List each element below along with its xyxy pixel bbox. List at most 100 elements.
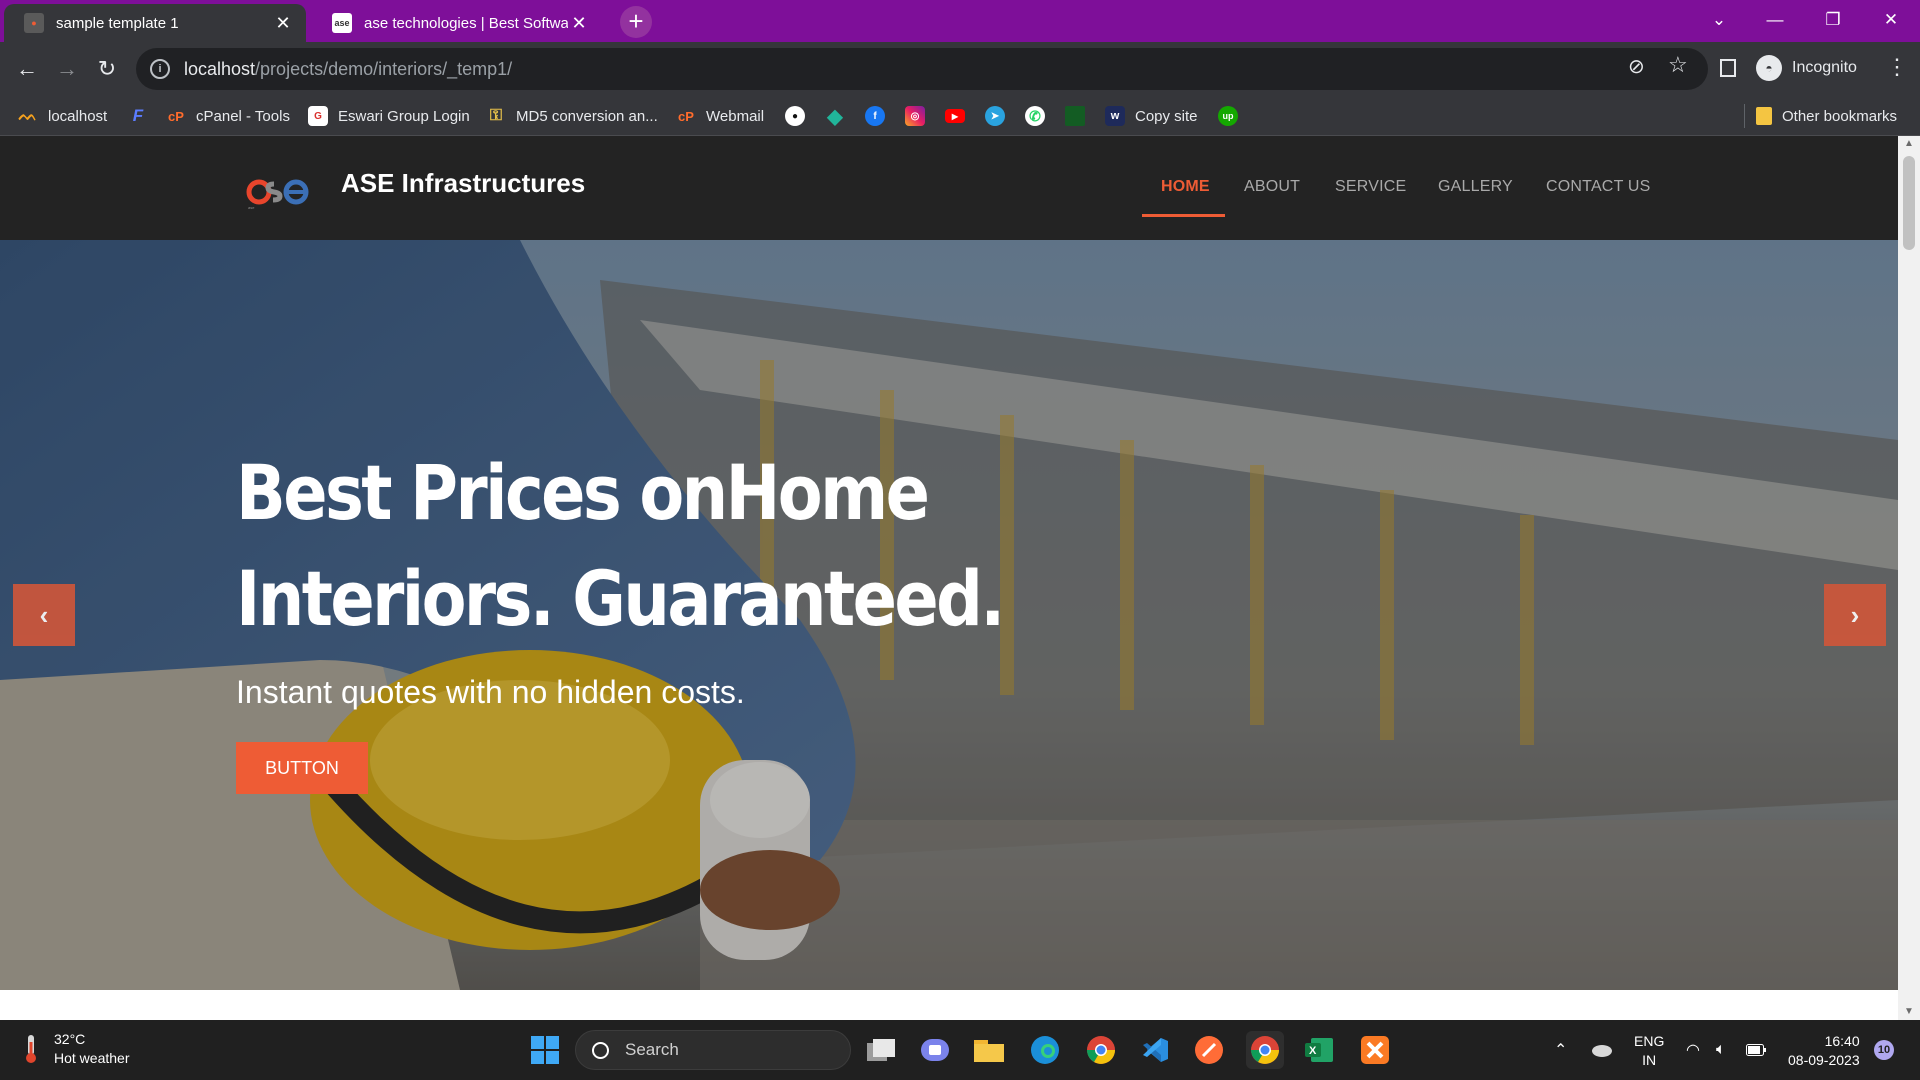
tab-ase-technologies[interactable]: ase ase technologies | Best Software ✕ [312, 4, 602, 42]
sheet-icon [1065, 106, 1085, 126]
bookmark-star-icon[interactable]: ☆ [1668, 52, 1688, 78]
active-menu-underline [1142, 214, 1225, 217]
bookmarks-bar: ᨓ localhost F cP cPanel - Tools G Eswari… [0, 96, 1920, 136]
nav-contact-us[interactable]: CONTACT US [1546, 178, 1651, 196]
ase-logo[interactable]: ase [246, 170, 314, 210]
bookmark-github[interactable]: ● [785, 105, 805, 127]
site-info-icon[interactable]: i [150, 59, 170, 79]
tab-title: sample template 1 [56, 14, 179, 32]
restore-button[interactable]: ❐ [1810, 0, 1856, 40]
page-viewport: ase ASE Infrastructures HOME ABOUT SERVI… [0, 136, 1898, 1020]
bookmark-cpanel-tools[interactable]: cP cPanel - Tools [166, 105, 290, 127]
task-view-icon[interactable] [862, 1031, 900, 1069]
notification-badge[interactable]: 10 [1874, 1040, 1894, 1060]
tab-strip: ● sample template 1 ✕ ase ase technologi… [0, 0, 1920, 42]
taskbar-search[interactable]: Search [575, 1030, 851, 1070]
teams-chat-icon[interactable] [916, 1031, 954, 1069]
bookmark-eswari-group[interactable]: G Eswari Group Login [308, 105, 470, 127]
bookmark-f[interactable]: F [128, 105, 148, 127]
menu-kebab-icon[interactable]: ⋮ [1886, 54, 1908, 80]
bookmark-instagram[interactable]: ◎ [905, 105, 925, 127]
chevron-right-icon: › [1850, 599, 1860, 630]
bookmark-telegram[interactable]: ➤ [985, 105, 1005, 127]
key-icon: ⚿ [489, 107, 503, 124]
edge-browser-icon[interactable] [1026, 1031, 1064, 1069]
bookmarks-separator [1744, 104, 1745, 128]
cpanel-icon: cP [678, 108, 694, 124]
weather-widget[interactable]: 32°C Hot weather [24, 1030, 129, 1068]
xampp-icon[interactable] [1356, 1031, 1394, 1069]
side-panel-icon[interactable] [1720, 59, 1736, 77]
nav-home[interactable]: HOME [1161, 178, 1210, 196]
incognito-indicator[interactable]: ◓ Incognito [1756, 50, 1857, 86]
ase-favicon-icon: ase [332, 13, 352, 33]
excel-icon[interactable]: X [1300, 1031, 1338, 1069]
reload-button[interactable]: ↻ [92, 54, 122, 84]
carousel-next-button[interactable]: › [1824, 584, 1886, 646]
scroll-up-icon[interactable]: ▲ [1898, 136, 1920, 152]
battery-icon[interactable] [1746, 1020, 1766, 1080]
youtube-icon: ▶ [945, 109, 965, 123]
bookmark-upwork[interactable]: up [1218, 105, 1238, 127]
carousel-prev-button[interactable]: ‹ [13, 584, 75, 646]
brand-name[interactable]: ASE Infrastructures [341, 168, 585, 199]
window-close-button[interactable]: ✕ [1868, 0, 1914, 40]
bookmark-sheet[interactable] [1065, 105, 1085, 127]
g-icon: G [308, 106, 328, 126]
postman-icon[interactable] [1190, 1031, 1228, 1069]
bookmark-facebook[interactable]: f [865, 105, 885, 127]
other-bookmarks[interactable]: Other bookmarks [1756, 105, 1897, 127]
bookmark-webmail[interactable]: cP Webmail [676, 105, 764, 127]
forward-button[interactable]: → [52, 54, 82, 84]
search-icon [592, 1041, 609, 1059]
back-button[interactable]: ← [12, 54, 42, 84]
chevron-up-icon[interactable]: ⌃ [1554, 1020, 1567, 1080]
tab-sample-template[interactable]: ● sample template 1 ✕ [4, 4, 306, 42]
onedrive-icon[interactable] [1590, 1020, 1612, 1080]
weather-temp: 32°C [54, 1031, 86, 1047]
system-clock[interactable]: 16:40 08-09-2023 [1788, 1032, 1860, 1070]
eye-slash-icon[interactable]: ⊘ [1628, 54, 1645, 79]
page-scrollbar[interactable]: ▲ ▼ [1898, 136, 1920, 1020]
whatsapp-icon: ✆ [1025, 106, 1045, 126]
site-navbar: ase ASE Infrastructures HOME ABOUT SERVI… [0, 136, 1898, 240]
minimize-button[interactable]: — [1752, 0, 1798, 40]
scrollbar-thumb[interactable] [1903, 156, 1915, 250]
windows-taskbar: 32°C Hot weather Search X ⌃ ENG IN ◠ 🔈︎ … [0, 1020, 1920, 1080]
vscode-icon[interactable] [1136, 1031, 1174, 1069]
start-button[interactable] [526, 1031, 564, 1069]
hero-cta-button[interactable]: BUTTON [236, 742, 368, 794]
bookmark-youtube[interactable]: ▶ [945, 105, 965, 127]
chrome-incognito-icon[interactable] [1246, 1031, 1284, 1069]
telegram-icon: ➤ [985, 106, 1005, 126]
chrome-icon[interactable] [1082, 1031, 1120, 1069]
bookmark-localhost[interactable]: ᨓ localhost [18, 105, 107, 127]
svg-text:X: X [1309, 1045, 1317, 1057]
wifi-icon[interactable]: ◠ [1686, 1020, 1700, 1080]
url-text[interactable]: localhost/projects/demo/interiors/_temp1… [184, 59, 512, 80]
nav-service[interactable]: SERVICE [1335, 178, 1406, 196]
bookmark-whatsapp[interactable]: ✆ [1025, 105, 1045, 127]
f-icon: F [132, 106, 144, 125]
nav-gallery[interactable]: GALLERY [1438, 178, 1513, 196]
input-language[interactable]: ENG IN [1634, 1032, 1664, 1070]
upwork-icon: up [1218, 106, 1238, 126]
windows-logo-icon [531, 1036, 559, 1064]
hero-carousel: Best Prices onHome Interiors. Guaranteed… [0, 240, 1898, 990]
address-bar[interactable]: i localhost/projects/demo/interiors/_tem… [136, 48, 1708, 90]
chevron-left-icon: ‹ [39, 599, 49, 630]
bookmark-copy-site[interactable]: w Copy site [1105, 105, 1198, 127]
bookmark-diamond[interactable]: ◆ [825, 105, 845, 128]
volume-icon[interactable]: 🔈︎ [1716, 1020, 1726, 1080]
thermometer-icon [26, 1035, 36, 1063]
nav-about[interactable]: ABOUT [1244, 178, 1300, 196]
file-explorer-icon[interactable] [970, 1031, 1008, 1069]
new-tab-button[interactable]: + [620, 6, 652, 38]
tab-search-icon[interactable]: ⌄ [1696, 0, 1742, 40]
close-icon[interactable]: ✕ [272, 13, 294, 34]
hero-subtitle: Instant quotes with no hidden costs. [236, 674, 745, 710]
close-icon[interactable]: ✕ [568, 13, 590, 34]
bookmark-md5[interactable]: ⚿ MD5 conversion an... [486, 105, 658, 127]
scroll-down-icon[interactable]: ▼ [1898, 1004, 1920, 1020]
weather-desc: Hot weather [54, 1050, 130, 1066]
